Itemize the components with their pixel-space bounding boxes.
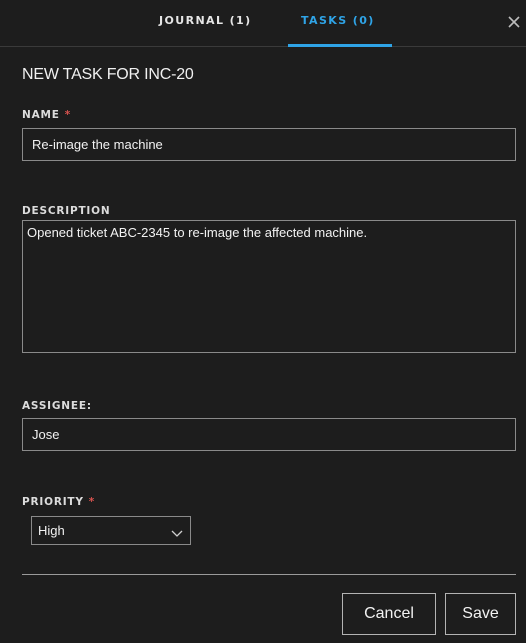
- name-label-text: NAME: [22, 109, 60, 121]
- tab-bar: JOURNAL (1) TASKS (0): [0, 0, 526, 47]
- close-icon[interactable]: [504, 12, 524, 32]
- tab-journal[interactable]: JOURNAL (1): [159, 14, 252, 27]
- footer-divider: [22, 574, 516, 575]
- tab-tasks[interactable]: TASKS (0): [301, 14, 375, 27]
- cancel-button[interactable]: Cancel: [342, 593, 436, 635]
- priority-selected-value: High: [38, 523, 65, 538]
- assignee-input[interactable]: [22, 418, 516, 451]
- name-label: NAME *: [22, 109, 71, 121]
- chevron-down-icon: [171, 525, 183, 537]
- name-input[interactable]: [22, 128, 516, 161]
- active-tab-indicator: [288, 44, 392, 47]
- priority-label-text: PRIORITY: [22, 496, 84, 508]
- save-button[interactable]: Save: [445, 593, 516, 635]
- description-textarea[interactable]: Opened ticket ABC-2345 to re-image the a…: [22, 220, 516, 353]
- description-label: DESCRIPTION: [22, 205, 111, 217]
- priority-select[interactable]: High: [31, 516, 191, 545]
- required-marker: *: [64, 109, 72, 121]
- assignee-label: ASSIGNEE:: [22, 400, 92, 412]
- form-title: NEW TASK FOR INC-20: [22, 66, 194, 83]
- required-marker: *: [88, 496, 96, 508]
- priority-label: PRIORITY *: [22, 496, 95, 508]
